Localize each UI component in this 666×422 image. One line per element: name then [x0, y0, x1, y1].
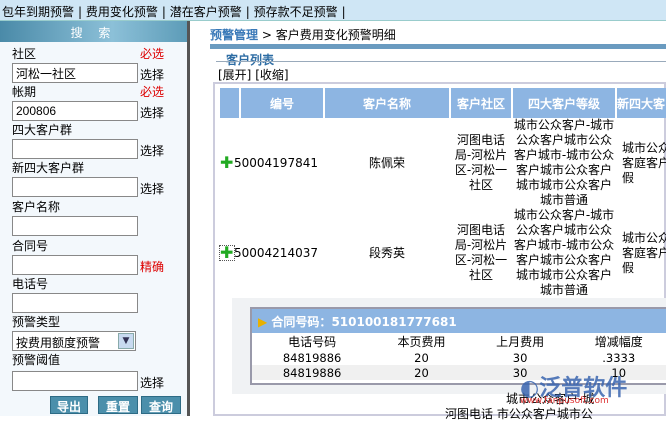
col-level: 四大客户等级: [512, 88, 617, 118]
expand-controls: [展开] [收缩]: [218, 66, 289, 83]
breadcrumb-sep: >: [261, 28, 272, 42]
select-link[interactable]: 选择: [140, 180, 164, 197]
field-hint: 精确: [140, 260, 165, 274]
col-id: 编号: [240, 88, 325, 118]
search-button[interactable]: 查询: [141, 396, 181, 414]
breadcrumb: 预警管理 > 客户费用变化预警明细: [210, 26, 396, 43]
contract-header: ▶ 合同号码：510100181777681: [252, 309, 666, 333]
table-row: 84819886 20 30 .3333: [252, 350, 666, 365]
cell-level: 城市公众客户-城市公众客户城市公众客户城市-城市公众客户城市公众客户城市城市公众…: [513, 208, 615, 297]
cell: 84819886: [282, 350, 342, 365]
table-row[interactable]: ✚50004197841 陈佩荣 河图电话局-河松片区-河松一社区 城市公众客户…: [220, 118, 666, 208]
contract-label: 合同号码：: [271, 315, 332, 329]
select-link[interactable]: 选择: [140, 104, 164, 121]
tab-potential-customer[interactable]: 潜在客户预警: [170, 5, 242, 19]
top-tab-bar: 包年到期预警 | 费用变化预警 | 潜在客户预警 | 预存款不足预警 |: [0, 0, 666, 21]
alert-type-value: 按费用额度预警: [16, 336, 101, 350]
collapse-link[interactable]: [收缩]: [255, 68, 288, 82]
field-label: 合同号: [12, 239, 49, 253]
field-label: 帐期: [12, 85, 37, 99]
field-label: 预警类型: [12, 315, 61, 329]
field-hint: 必选: [140, 47, 165, 61]
sub-col: 电话号码: [288, 335, 337, 349]
sub-col: 上月费用: [496, 335, 545, 349]
export-button[interactable]: 导出: [50, 396, 88, 414]
reset-button[interactable]: 重置: [98, 396, 138, 414]
breadcrumb-current: 客户费用变化预警明细: [275, 28, 396, 42]
cell-community: 河图电话局-河松片区-河松一社区: [454, 133, 508, 192]
search-panel: 搜 索 社区必选选择帐期必选选择四大客户群选择新四大客户群选择客户名称合同号精确…: [0, 21, 190, 416]
contract-number: 510100181777681: [331, 315, 457, 329]
table-header: 编号 客户名称 客户社区 四大客户等级 新四大客: [220, 88, 666, 118]
field-input[interactable]: [12, 293, 138, 313]
field-label: 社区: [12, 47, 37, 61]
breadcrumb-root[interactable]: 预警管理: [210, 28, 258, 42]
select-link[interactable]: 选择: [140, 142, 164, 159]
field-label: 预警阈值: [12, 353, 61, 367]
cell-level: 城市公众客户-城市公众客户城市公众客户城市-城市公众客户城市公众客户城市城市公众…: [513, 118, 615, 207]
field-input[interactable]: [12, 139, 138, 159]
field-label: 电话号: [12, 277, 49, 291]
field-input[interactable]: [12, 371, 138, 391]
field-input[interactable]: [12, 101, 138, 121]
col-community: 客户社区: [450, 88, 513, 118]
cell-new-level: 城市公众客庭客户-假: [622, 230, 666, 275]
field-input[interactable]: [12, 177, 138, 197]
expand-plus-icon[interactable]: ✚: [220, 155, 234, 171]
search-panel-title: 搜 索: [0, 21, 187, 42]
cell-name: 陈佩荣: [368, 155, 405, 170]
chevron-down-icon[interactable]: ▼: [118, 333, 134, 349]
expand-plus-icon[interactable]: ✚: [219, 245, 235, 261]
field-label: 新四大客户群: [12, 161, 85, 175]
watermark-url: www.fanpusoft.com: [520, 396, 609, 406]
cell: 20: [414, 350, 429, 365]
table-row[interactable]: ✚50004214037 段秀英 河图电话局-河松片区-河松一社区 城市公众客户…: [219, 208, 666, 298]
field-input[interactable]: [12, 63, 138, 83]
col-name: 客户名称: [324, 88, 451, 118]
select-link[interactable]: 选择: [140, 66, 164, 83]
next-row-community: 河图电话 市公众客户城市公: [445, 407, 593, 421]
field-label: 四大客户群: [12, 123, 73, 137]
tab-fee-change[interactable]: 费用变化预警: [86, 5, 158, 19]
customer-table: 编号 客户名称 客户社区 四大客户等级 新四大客 ✚50004197841 陈佩…: [219, 88, 666, 298]
tab-prepay-low[interactable]: 预存款不足预警: [254, 5, 338, 19]
field-input[interactable]: [12, 216, 138, 236]
sub-col: 增减幅度: [594, 335, 643, 349]
field-label: 客户名称: [12, 200, 61, 214]
cell-community: 河图电话局-河松片区-河松一社区: [454, 223, 508, 282]
field-input[interactable]: [12, 255, 138, 275]
expand-link[interactable]: [展开]: [218, 68, 251, 82]
cell: 84819886: [282, 365, 342, 380]
divider: [216, 61, 666, 62]
cell: 30: [512, 350, 528, 365]
alert-type-select[interactable]: 按费用额度预警 ▼: [12, 331, 136, 351]
col-new-level: 新四大客: [616, 88, 666, 118]
sub-col: 本页费用: [397, 335, 446, 349]
cell-new-level: 城市公众客庭客户-假: [622, 140, 666, 185]
tab-annual-expiry[interactable]: 包年到期预警: [2, 5, 74, 19]
select-link[interactable]: 选择: [140, 374, 164, 391]
divider: [210, 44, 666, 49]
cell-id: 50004197841: [234, 155, 318, 170]
arrow-right-icon: ▶: [258, 315, 268, 329]
cell: 20: [414, 365, 429, 380]
col-expand: [220, 88, 241, 118]
cell-id: 50004214037: [234, 245, 318, 260]
cell-name: 段秀英: [368, 245, 405, 260]
field-hint: 必选: [140, 85, 165, 99]
cell: .3333: [602, 350, 636, 365]
